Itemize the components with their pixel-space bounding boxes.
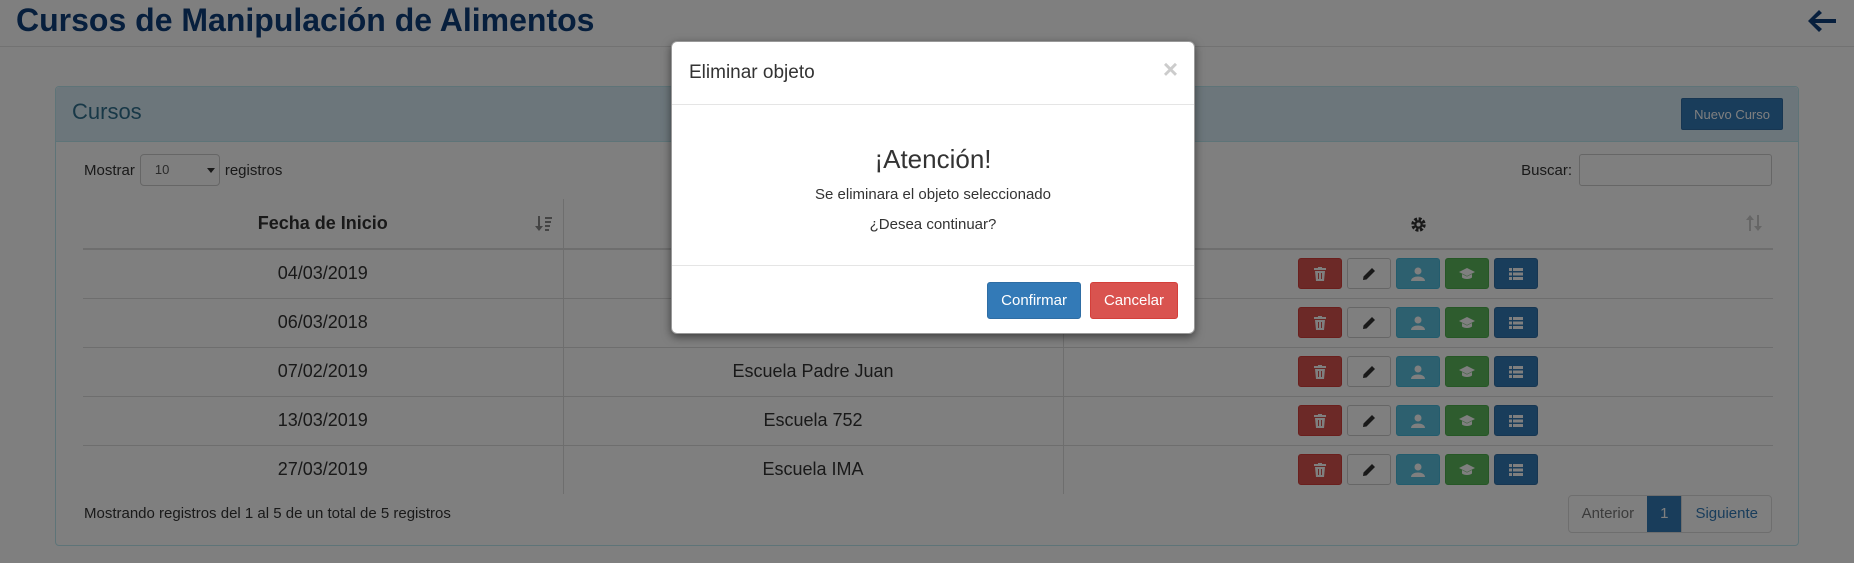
cancel-button[interactable]: Cancelar bbox=[1089, 282, 1178, 319]
modal-message: Se eliminara el objeto seleccionado bbox=[815, 186, 1051, 203]
confirm-button[interactable]: Confirmar bbox=[987, 282, 1081, 319]
delete-confirm-dialog: Eliminar objeto × ¡Atención! Se eliminar… bbox=[671, 41, 1195, 334]
modal-header: Eliminar objeto × bbox=[672, 42, 1194, 105]
modal-heading: ¡Atención! bbox=[874, 144, 992, 174]
modal-question: ¿Desea continuar? bbox=[869, 216, 997, 233]
modal-body: ¡Atención! Se eliminara el objeto selecc… bbox=[672, 105, 1194, 266]
modal-title: Eliminar objeto bbox=[689, 62, 815, 83]
modal-footer: Confirmar Cancelar bbox=[672, 266, 1194, 333]
close-icon[interactable]: × bbox=[1163, 56, 1178, 82]
